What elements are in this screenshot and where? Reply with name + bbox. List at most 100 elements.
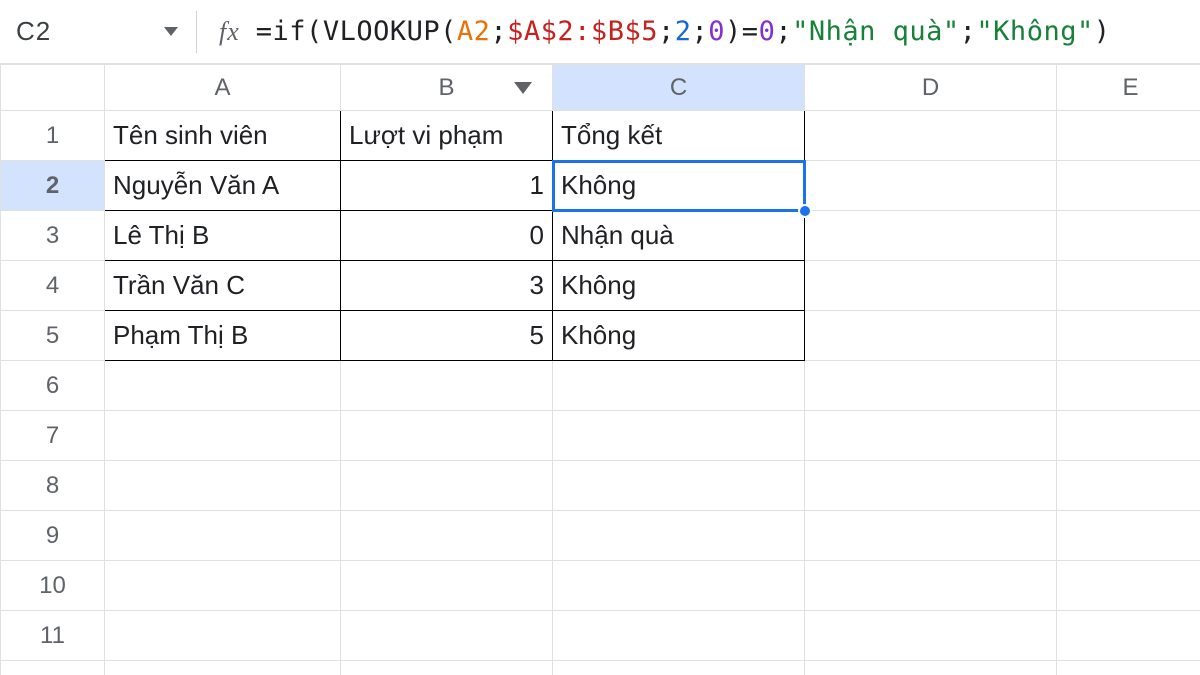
cell-D1[interactable] <box>805 111 1057 161</box>
row-header-6[interactable]: 6 <box>1 361 105 411</box>
row-header-1[interactable]: 1 <box>1 111 105 161</box>
row-header-7[interactable]: 7 <box>1 411 105 461</box>
cell-B11[interactable] <box>341 611 553 661</box>
cell-B2[interactable]: 1 <box>341 161 553 211</box>
row-header-10[interactable]: 10 <box>1 561 105 611</box>
cell-E3[interactable] <box>1057 211 1200 261</box>
cell-E11[interactable] <box>1057 611 1200 661</box>
tok-op: ( <box>306 16 323 47</box>
row-header-3[interactable]: 3 <box>1 211 105 261</box>
cell-B3[interactable]: 0 <box>341 211 553 261</box>
cell-E2[interactable] <box>1057 161 1200 211</box>
cell-D10[interactable] <box>805 561 1057 611</box>
row-header-8[interactable]: 8 <box>1 461 105 511</box>
name-box-value: C2 <box>16 16 51 47</box>
cell-A2[interactable]: Nguyễn Văn A <box>105 161 341 211</box>
cell-B5[interactable]: 5 <box>341 311 553 361</box>
tok-sc2: ; <box>658 16 675 47</box>
tok-sc1: ; <box>490 16 507 47</box>
row-header-11[interactable]: 11 <box>1 611 105 661</box>
row-header-4[interactable]: 4 <box>1 261 105 311</box>
cell-D3[interactable] <box>805 211 1057 261</box>
col-header-C[interactable]: C <box>553 65 805 111</box>
cell-E9[interactable] <box>1057 511 1200 561</box>
tok-vlookup: VLOOKUP <box>323 16 440 47</box>
cell-E7[interactable] <box>1057 411 1200 461</box>
cell-C11[interactable] <box>553 611 805 661</box>
select-all-corner[interactable] <box>1 65 105 111</box>
cell-C6[interactable] <box>553 361 805 411</box>
col-header-B[interactable]: B <box>341 65 553 111</box>
tok-str1: "Nhận quà" <box>792 16 960 47</box>
tok-range: $A$2:$B$5 <box>507 16 658 47</box>
cell-D7[interactable] <box>805 411 1057 461</box>
tok-op2: ( <box>440 16 457 47</box>
tok-str2: "Không" <box>976 16 1093 47</box>
cell-D6[interactable] <box>805 361 1057 411</box>
cell-A7[interactable] <box>105 411 341 461</box>
tok-cp: ) <box>725 16 742 47</box>
cell-B10[interactable] <box>341 561 553 611</box>
cell-C4[interactable]: Không <box>553 261 805 311</box>
cell-D9[interactable] <box>805 511 1057 561</box>
cell-A10[interactable] <box>105 561 341 611</box>
name-box[interactable]: C2 <box>16 16 196 47</box>
cell-B6[interactable] <box>341 361 553 411</box>
tok-if: if <box>273 16 307 47</box>
cell-A8[interactable] <box>105 461 341 511</box>
cell-C5[interactable]: Không <box>553 311 805 361</box>
cell-C10[interactable] <box>553 561 805 611</box>
cell-E10[interactable] <box>1057 561 1200 611</box>
cell-C3[interactable]: Nhận quà <box>553 211 805 261</box>
tok-sc5: ; <box>960 16 977 47</box>
cell-C1[interactable]: Tổng kết <box>553 111 805 161</box>
col-header-A[interactable]: A <box>105 65 341 111</box>
filter-dropdown-icon[interactable] <box>514 82 532 94</box>
cell-B12[interactable] <box>341 661 553 675</box>
cell-E6[interactable] <box>1057 361 1200 411</box>
spreadsheet-grid[interactable]: A B C D E 1 Tên sinh viên Lượt vi phạm T… <box>0 64 1200 675</box>
cell-C8[interactable] <box>553 461 805 511</box>
cell-B9[interactable] <box>341 511 553 561</box>
formula-input[interactable]: =if(VLOOKUP(A2;$A$2:$B$5;2;0)=0;"Nhận qu… <box>256 16 1111 47</box>
cell-D12[interactable] <box>805 661 1057 675</box>
cell-A9[interactable] <box>105 511 341 561</box>
cell-C2[interactable]: Không <box>553 161 805 211</box>
name-box-dropdown-icon[interactable] <box>164 27 178 36</box>
cell-B7[interactable] <box>341 411 553 461</box>
row-header-5[interactable]: 5 <box>1 311 105 361</box>
row-header-12[interactable]: 12 <box>1 661 105 675</box>
cell-D11[interactable] <box>805 611 1057 661</box>
cell-B4[interactable]: 3 <box>341 261 553 311</box>
col-header-E[interactable]: E <box>1057 65 1200 111</box>
cell-E12[interactable] <box>1057 661 1200 675</box>
cell-E4[interactable] <box>1057 261 1200 311</box>
cell-B1[interactable]: Lượt vi phạm <box>341 111 553 161</box>
cell-A11[interactable] <box>105 611 341 661</box>
cell-C9[interactable] <box>553 511 805 561</box>
row-header-9[interactable]: 9 <box>1 511 105 561</box>
cell-E8[interactable] <box>1057 461 1200 511</box>
cell-D2[interactable] <box>805 161 1057 211</box>
tok-eq2: = <box>742 16 759 47</box>
cell-D4[interactable] <box>805 261 1057 311</box>
cell-D5[interactable] <box>805 311 1057 361</box>
cell-C12[interactable] <box>553 661 805 675</box>
tok-a2: A2 <box>457 16 491 47</box>
cell-A12[interactable] <box>105 661 341 675</box>
tok-sc3: ; <box>692 16 709 47</box>
cell-A4[interactable]: Trần Văn C <box>105 261 341 311</box>
row-header-2[interactable]: 2 <box>1 161 105 211</box>
tok-two: 2 <box>675 16 692 47</box>
cell-D8[interactable] <box>805 461 1057 511</box>
cell-A6[interactable] <box>105 361 341 411</box>
cell-A5[interactable]: Phạm Thị B <box>105 311 341 361</box>
cell-E5[interactable] <box>1057 311 1200 361</box>
cell-C7[interactable] <box>553 411 805 461</box>
cell-A3[interactable]: Lê Thị B <box>105 211 341 261</box>
cell-E1[interactable] <box>1057 111 1200 161</box>
cell-A1[interactable]: Tên sinh viên <box>105 111 341 161</box>
col-header-D[interactable]: D <box>805 65 1057 111</box>
divider <box>196 11 197 53</box>
cell-B8[interactable] <box>341 461 553 511</box>
